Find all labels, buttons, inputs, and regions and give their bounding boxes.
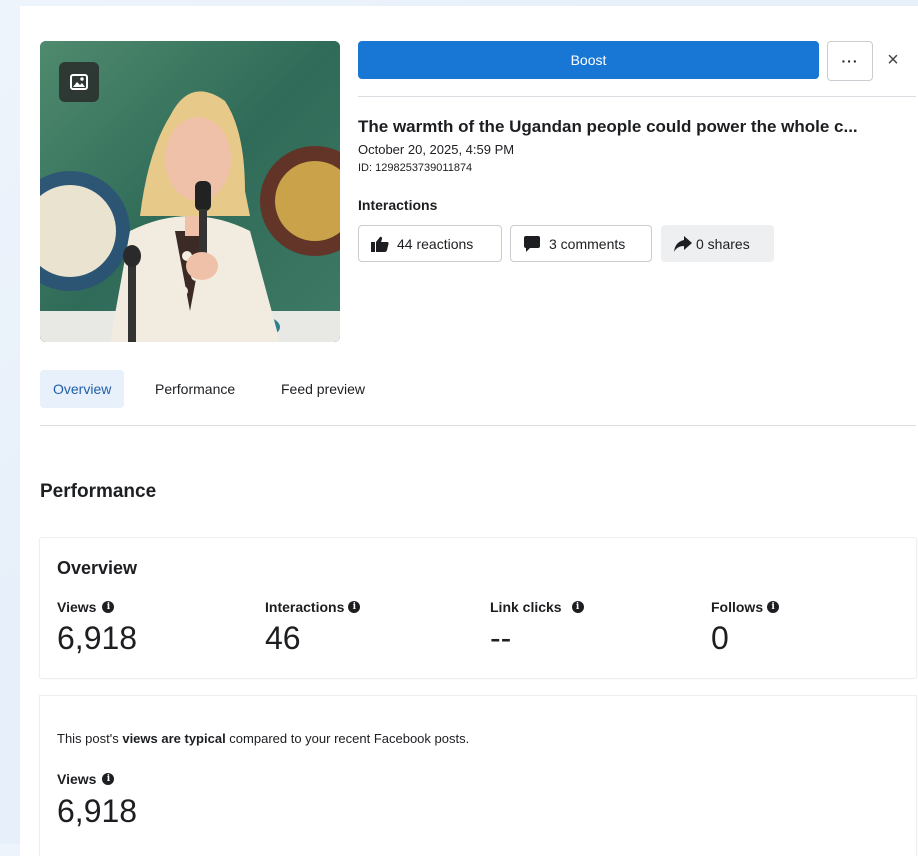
metric-link-clicks-label: Link clicks i xyxy=(490,599,584,615)
tabs-divider xyxy=(40,425,916,426)
reactions-count: 44 reactions xyxy=(397,235,474,252)
metric-follows-label: Follows i xyxy=(711,599,780,615)
close-button[interactable]: × xyxy=(878,41,908,79)
views-label-text: Views xyxy=(57,771,97,787)
typical-prefix: This post's xyxy=(57,731,123,746)
photo-icon xyxy=(59,62,99,102)
boost-button[interactable]: Boost xyxy=(358,41,819,79)
tab-performance[interactable]: Performance xyxy=(142,370,248,408)
info-icon[interactable]: i xyxy=(348,601,361,613)
comments-count: 3 comments xyxy=(549,235,626,252)
views-label: Views i xyxy=(57,771,115,787)
performance-section-title: Performance xyxy=(40,481,157,502)
metric-label-text: Follows xyxy=(711,599,764,615)
views-typical-card xyxy=(40,696,916,856)
info-icon[interactable]: i xyxy=(767,601,780,613)
comments-chip[interactable]: 3 comments xyxy=(510,225,652,262)
header-divider xyxy=(358,96,916,97)
metric-link-clicks-value: -- xyxy=(490,620,512,656)
typical-suffix: compared to your recent Facebook posts. xyxy=(225,731,470,746)
post-thumbnail[interactable] xyxy=(40,41,340,342)
metric-label-text: Link clicks xyxy=(490,599,562,615)
thumbs-up-icon xyxy=(371,236,389,252)
share-arrow-icon xyxy=(674,235,692,252)
post-id: ID: 1298253739011874 xyxy=(358,162,473,174)
shares-chip[interactable]: 0 shares xyxy=(661,225,774,262)
info-icon[interactable]: i xyxy=(102,773,115,785)
views-value: 6,918 xyxy=(57,793,138,829)
metric-views-value: 6,918 xyxy=(57,620,138,656)
interactions-heading: Interactions xyxy=(358,197,438,213)
metric-views-label: Views i xyxy=(57,599,115,615)
shares-count: 0 shares xyxy=(696,235,750,252)
overview-card xyxy=(40,538,916,678)
info-icon[interactable]: i xyxy=(102,601,115,613)
info-icon[interactable]: i xyxy=(571,601,584,613)
comment-bubble-icon xyxy=(524,235,540,252)
typical-bold: views are typical xyxy=(122,731,226,746)
metric-interactions-value: 46 xyxy=(265,620,301,656)
metric-label-text: Interactions xyxy=(265,599,345,615)
more-options-button[interactable]: ··· xyxy=(827,41,873,81)
overview-card-title: Overview xyxy=(57,558,138,578)
reactions-chip[interactable]: 44 reactions xyxy=(358,225,502,262)
metric-follows-value: 0 xyxy=(711,620,729,656)
more-options-icon: ··· xyxy=(841,53,859,69)
post-date: October 20, 2025, 4:59 PM xyxy=(358,142,515,157)
close-icon: × xyxy=(887,48,899,71)
metric-label-text: Views xyxy=(57,599,97,615)
tab-overview[interactable]: Overview xyxy=(40,370,125,408)
metric-interactions-label: Interactions i xyxy=(265,599,361,615)
tab-feed-preview[interactable]: Feed preview xyxy=(268,370,378,408)
post-title: The warmth of the Ugandan people could p… xyxy=(358,117,858,136)
views-typical-message: This post's views are typical compared t… xyxy=(57,731,469,746)
